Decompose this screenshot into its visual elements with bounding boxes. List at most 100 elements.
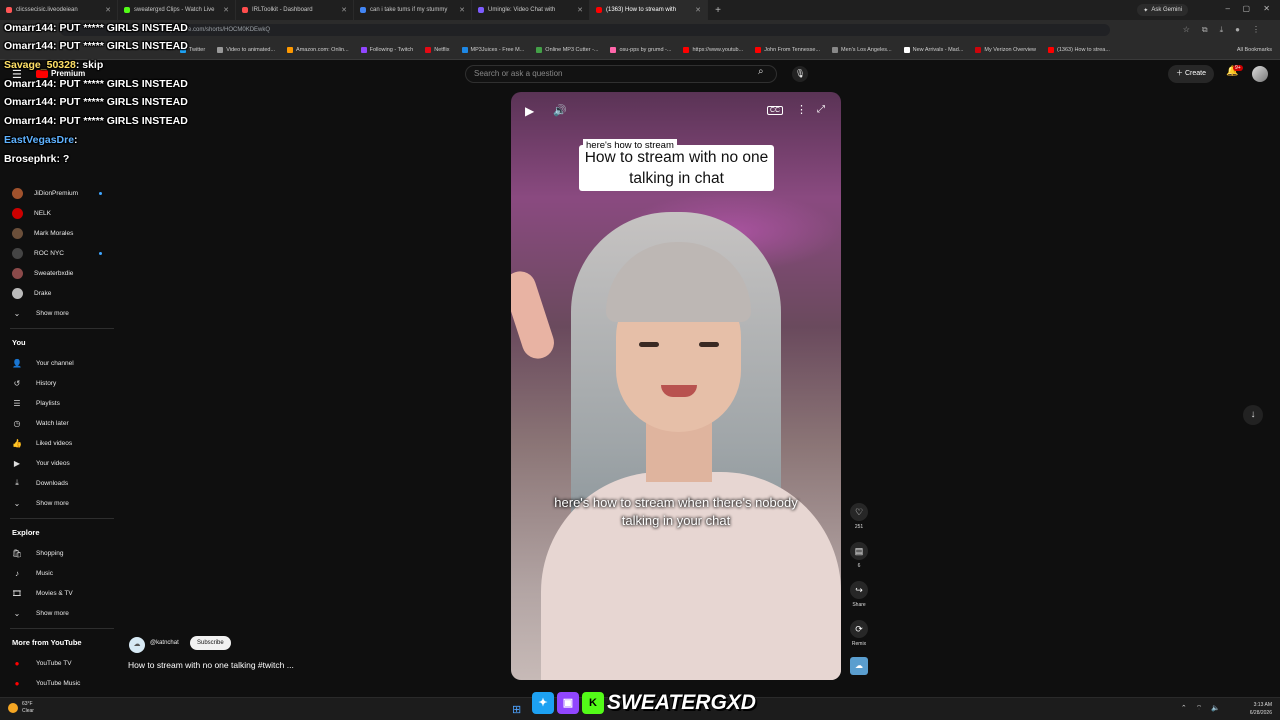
sidebar-subscription-item[interactable]: Mark Morales — [0, 224, 118, 242]
sidebar-item[interactable]: 🛍 Shopping — [0, 544, 118, 562]
close-window-button[interactable]: ✕ — [1263, 4, 1270, 13]
tab-label: (1363) How to stream with — [606, 7, 677, 13]
bookmark-item[interactable]: Amazon.com: Onlin... — [287, 46, 349, 53]
short-title[interactable]: How to stream with no one talking #twitc… — [128, 660, 294, 670]
browser-tab[interactable]: Umingle: Video Chat with ✕ — [472, 0, 590, 20]
bookmark-item[interactable]: My Verizon Overview — [975, 46, 1036, 53]
channel-avatar[interactable]: ☁ — [129, 637, 145, 653]
sidebar-subscription-item[interactable]: JiDionPremium — [0, 184, 118, 202]
search-icon[interactable]: ⌕ — [758, 66, 764, 77]
brand-name: SWEATERGXD — [607, 691, 756, 714]
extensions-icon[interactable]: ⧉ — [1202, 25, 1208, 35]
bookmark-item[interactable]: John From Tennesse... — [755, 46, 820, 53]
create-button[interactable]: ＋ Create — [1168, 65, 1214, 83]
bookmark-item[interactable]: New Arrivals - Mad... — [903, 46, 963, 53]
download-icon[interactable]: ⤓ — [1220, 25, 1224, 35]
sidebar-item[interactable]: 👍 Liked videos — [0, 434, 118, 452]
chat-text: : ? — [56, 153, 70, 165]
sidebar-item[interactable]: ▶ Your videos — [0, 454, 118, 472]
tab-close-icon[interactable]: ✕ — [577, 6, 583, 14]
chat-message: Savage_50328: skip — [4, 59, 103, 71]
tab-close-icon[interactable]: ✕ — [223, 6, 229, 14]
network-icon[interactable]: ⌔ — [1196, 704, 1203, 713]
minimize-button[interactable]: – — [1226, 4, 1230, 13]
search-input[interactable]: Search or ask a question — [465, 65, 777, 83]
sound-thumbnail-icon[interactable]: ☁ — [850, 657, 868, 675]
profile-icon[interactable]: ● — [1235, 25, 1240, 35]
tab-close-icon[interactable]: ✕ — [695, 6, 701, 14]
channel-name[interactable]: @katnchat — [150, 640, 179, 646]
tab-close-icon[interactable]: ✕ — [459, 6, 465, 14]
sidebar-item-label: Liked videos — [36, 439, 73, 447]
comment-action[interactable]: ▤ 6 — [849, 542, 869, 569]
bookmark-item[interactable]: osu-pps by grumd -... — [610, 46, 671, 53]
weather-widget[interactable]: 63°F Clear — [8, 701, 34, 715]
sidebar-item[interactable]: 🎞 Movies & TV — [0, 584, 118, 602]
maximize-button[interactable]: ▢ — [1242, 4, 1250, 13]
volume-tray-icon[interactable]: 🔈 — [1211, 704, 1220, 713]
sidebar-item[interactable]: ☰ Playlists — [0, 394, 118, 412]
remix-action[interactable]: ⟳ Remix — [849, 620, 869, 647]
browser-tab[interactable]: (1363) How to stream with ✕ — [590, 0, 708, 20]
fullscreen-icon[interactable]: ⤢ — [817, 104, 825, 115]
menu-dots-icon[interactable]: ⋮ — [1252, 25, 1260, 35]
sidebar-item[interactable]: ⤓ Downloads — [0, 474, 118, 492]
comment-icon[interactable]: ▤ — [850, 542, 868, 560]
bookmark-item[interactable]: MP3Juices - Free M... — [461, 46, 524, 53]
bookmark-label: Following - Twitch — [369, 46, 414, 53]
sidebar-item[interactable]: ● YouTube TV — [0, 654, 118, 672]
browser-tab[interactable]: sweatergxd Clips - Watch Live ✕ — [118, 0, 236, 20]
bookmark-star-icon[interactable]: ☆ — [1183, 25, 1190, 35]
bookmark-item[interactable]: Online MP3 Cutter -... — [536, 46, 598, 53]
windows-start-icon[interactable]: ⊞ — [512, 703, 521, 716]
next-short-arrow-icon[interactable]: ↓ — [1243, 405, 1263, 425]
browser-tab[interactable]: IRLToolkit - Dashboard ✕ — [236, 0, 354, 20]
remix-icon[interactable]: ⟳ — [850, 620, 868, 638]
short-video-player[interactable]: ▶ 🔊 CC ⋮ ⤢ How to stream with no one tal… — [511, 92, 841, 680]
browser-tab[interactable]: can i take tums if my stummy ✕ — [354, 0, 472, 20]
captions-icon[interactable]: CC — [767, 106, 784, 115]
bookmark-item[interactable]: Men's Los Angeles... — [832, 46, 892, 53]
clock[interactable]: 3:13 AM 6/28/2026 — [1250, 701, 1272, 717]
sidebar-explore-heading[interactable]: Explore — [12, 528, 40, 537]
show-more-button[interactable]: ⌄ Show more — [0, 604, 118, 622]
sidebar-item[interactable]: ◷ Watch later — [0, 414, 118, 432]
microphone-icon[interactable]: 🎙 — [792, 66, 808, 82]
sidebar-item-label: Show more — [36, 499, 69, 507]
browser-tab[interactable]: clicssecisic.liveodeiean ✕ — [0, 0, 118, 20]
heart-icon[interactable]: ♡ — [850, 503, 868, 521]
url-field[interactable]: youtube.com/shorts/HOCM0KDEwkQ — [60, 24, 1110, 36]
chevron-up-icon[interactable]: ⌃ — [1181, 704, 1187, 713]
sidebar-more-heading[interactable]: More from YouTube — [12, 638, 82, 647]
volume-icon[interactable]: 🔊 — [553, 104, 567, 117]
all-bookmarks-button[interactable]: All Bookmarks — [1237, 47, 1272, 53]
bookmark-item[interactable]: Video to animated... — [217, 46, 275, 53]
chat-username: Omarr144 — [4, 22, 54, 34]
tab-close-icon[interactable]: ✕ — [105, 6, 111, 14]
sidebar-item[interactable]: ↺ History — [0, 374, 118, 392]
account-avatar[interactable] — [1252, 66, 1268, 82]
show-more-button[interactable]: ⌄ Show more — [0, 304, 118, 322]
bookmark-item[interactable]: Netflix — [425, 46, 450, 53]
tab-close-icon[interactable]: ✕ — [341, 6, 347, 14]
sidebar-subscription-item[interactable]: Sweaterbxdie — [0, 264, 118, 282]
sidebar-item[interactable]: ● YouTube Music — [0, 674, 118, 692]
sidebar-item[interactable]: ♪ Music — [0, 564, 118, 582]
sidebar-subscription-item[interactable]: Drake — [0, 284, 118, 302]
sidebar-you-heading[interactable]: You — [12, 338, 26, 347]
subscribe-button[interactable]: Subscribe — [190, 636, 231, 650]
more-options-icon[interactable]: ⋮ — [796, 103, 807, 116]
ask-gemini-button[interactable]: ✦ Ask Gemini — [1137, 4, 1188, 16]
share-action[interactable]: ↪ Share — [849, 581, 869, 608]
new-tab-icon[interactable]: + — [708, 5, 728, 16]
sidebar-item[interactable]: 👤 Your channel — [0, 354, 118, 372]
sidebar-subscription-item[interactable]: NELK — [0, 204, 118, 222]
sidebar-subscription-item[interactable]: ROC NYC — [0, 244, 118, 262]
show-more-button[interactable]: ⌄ Show more — [0, 494, 118, 512]
bookmark-item[interactable]: https://www.youtub... — [683, 46, 743, 53]
play-icon[interactable]: ▶ — [525, 104, 534, 118]
share-icon[interactable]: ↪ — [850, 581, 868, 599]
bookmark-item[interactable]: (1363) How to strea... — [1048, 46, 1110, 53]
bookmark-item[interactable]: Following - Twitch — [360, 46, 414, 53]
like-action[interactable]: ♡ 251 — [849, 503, 869, 530]
